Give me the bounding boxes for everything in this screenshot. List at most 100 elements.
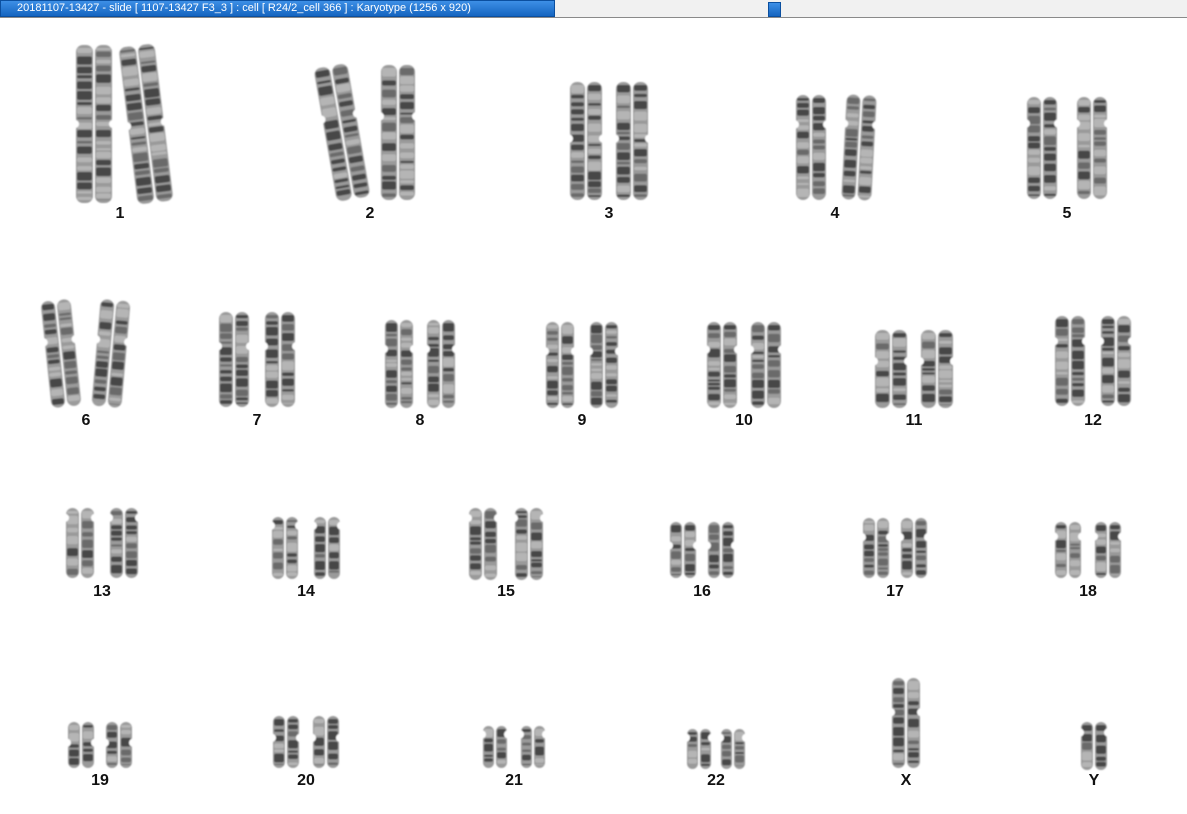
- chromosome-band: [282, 315, 294, 322]
- chromosome-pair-22[interactable]: [682, 729, 750, 769]
- chromosome-band: [797, 98, 809, 101]
- chromosome-homolog[interactable]: [380, 320, 418, 408]
- chromosome-homolog[interactable]: [858, 518, 894, 578]
- chromosome-homolog[interactable]: [464, 508, 502, 580]
- chromosome-pair-6[interactable]: [39, 299, 133, 408]
- chromosome-homolog[interactable]: [478, 726, 512, 768]
- chromosome-homolog[interactable]: [541, 322, 579, 408]
- scroll-thumb[interactable]: [768, 2, 781, 17]
- chromosome-band: [282, 372, 294, 376]
- chromosome-homolog[interactable]: [836, 94, 881, 201]
- chromosome-pair-1[interactable]: [71, 44, 173, 204]
- chromosome-band: [864, 544, 874, 550]
- chromosome-band: [282, 361, 294, 371]
- chromosome-homolog[interactable]: [114, 43, 179, 205]
- chromosome-homolog[interactable]: [1090, 522, 1126, 578]
- chromosome-image: [314, 64, 420, 201]
- window-title[interactable]: 20181107-13427 - slide [ 1107-13427 F3_3…: [0, 0, 555, 17]
- chromosome-pair-x[interactable]: [887, 678, 925, 768]
- chromosome-homolog[interactable]: [716, 729, 750, 769]
- chromosome-pair-10[interactable]: [702, 322, 786, 408]
- chromosome-homolog[interactable]: [703, 522, 739, 578]
- chromosome-pair-18[interactable]: [1050, 522, 1126, 578]
- chromosome-homolog[interactable]: [682, 729, 716, 769]
- chromosome-pair-4[interactable]: [791, 94, 881, 201]
- chromosome-band: [1028, 135, 1040, 142]
- chromosome-homolog[interactable]: [260, 312, 300, 407]
- chromosome-band: [922, 375, 935, 383]
- chromosome-homolog[interactable]: [1076, 722, 1112, 770]
- centromere: [1090, 532, 1098, 541]
- chromosome-homolog[interactable]: [376, 65, 420, 200]
- chromosome-band: [266, 349, 278, 358]
- chromosome-pair-15[interactable]: [464, 508, 548, 580]
- chromosome-homolog[interactable]: [791, 95, 831, 200]
- chromosome-homolog[interactable]: [267, 517, 303, 579]
- chromosome-homolog[interactable]: [1050, 316, 1090, 406]
- chromosome-band: [1078, 180, 1090, 190]
- chromosome-pair-7[interactable]: [214, 312, 300, 407]
- chromosome-homolog[interactable]: [665, 522, 701, 578]
- chromosome-pair-16[interactable]: [665, 522, 739, 578]
- chromosome-homolog[interactable]: [71, 45, 117, 203]
- chromosome-homolog[interactable]: [510, 508, 548, 580]
- chromosome-band: [386, 333, 397, 337]
- chromosome-band: [708, 386, 720, 390]
- chromosome-homolog[interactable]: [105, 508, 143, 578]
- chromosome-homolog[interactable]: [516, 726, 550, 768]
- centromere: [540, 514, 548, 523]
- chromosome-pair-y[interactable]: [1076, 722, 1112, 770]
- chromosome-homolog[interactable]: [1096, 316, 1136, 406]
- chromosome-band: [382, 181, 396, 190]
- chromosome-image: [214, 312, 300, 407]
- chromosome-homolog[interactable]: [61, 508, 99, 578]
- chromosome-pair-17[interactable]: [858, 518, 932, 578]
- chromosome-homolog[interactable]: [308, 716, 344, 768]
- chromosome-band: [813, 181, 825, 187]
- chromosome-homolog[interactable]: [585, 322, 623, 408]
- chromosome-homolog[interactable]: [268, 716, 304, 768]
- chromosome-homolog[interactable]: [214, 312, 254, 407]
- chromosome-homolog[interactable]: [916, 330, 958, 408]
- chromosome-homolog[interactable]: [887, 678, 925, 768]
- chromosome-homolog[interactable]: [309, 517, 345, 579]
- chromosome-homolog[interactable]: [565, 82, 607, 200]
- chromosome-band: [382, 143, 396, 151]
- chromosome-homolog[interactable]: [101, 722, 137, 768]
- chromosome-pair-9[interactable]: [541, 322, 623, 408]
- chromosome-homolog[interactable]: [611, 82, 653, 200]
- chromosome-homolog[interactable]: [309, 62, 376, 203]
- chromosome-band: [236, 402, 248, 404]
- chromosome-pair-13[interactable]: [61, 508, 143, 578]
- chromosome-homolog[interactable]: [896, 518, 932, 578]
- chromosome-band: [1078, 100, 1090, 106]
- chromosome-homolog[interactable]: [746, 322, 786, 408]
- chromosome-band: [401, 382, 412, 385]
- chromosome-homolog[interactable]: [36, 298, 87, 409]
- chromosome-pair-11[interactable]: [870, 330, 958, 408]
- chromosome-band: [220, 333, 232, 339]
- chromosome-homolog[interactable]: [702, 322, 742, 408]
- chromosome-homolog[interactable]: [1072, 97, 1112, 199]
- chromosome-homolog[interactable]: [1050, 522, 1086, 578]
- chromosome-band: [708, 341, 720, 348]
- chromosome-homolog[interactable]: [1022, 97, 1062, 199]
- chromosome-pair-3[interactable]: [565, 82, 653, 200]
- chromosome-band: [844, 149, 857, 157]
- chromosome-band: [1072, 382, 1084, 387]
- chromosome-pair-12[interactable]: [1050, 316, 1136, 406]
- chromosome-band: [606, 325, 617, 329]
- chromosome-pair-20[interactable]: [268, 716, 344, 768]
- chromosome-band: [688, 732, 697, 735]
- chromosome-homolog[interactable]: [63, 722, 99, 768]
- chromosome-homolog[interactable]: [422, 320, 460, 408]
- chromosome-homolog[interactable]: [870, 330, 912, 408]
- chromosome-pair-21[interactable]: [478, 726, 550, 768]
- chromosome-pair-8[interactable]: [380, 320, 460, 408]
- chromosome-band: [722, 744, 731, 750]
- chromosome-pair-2[interactable]: [314, 64, 420, 201]
- chromosome-pair-5[interactable]: [1022, 97, 1112, 199]
- chromosome-homolog[interactable]: [86, 298, 135, 408]
- chromosome-pair-19[interactable]: [63, 722, 137, 768]
- chromosome-pair-14[interactable]: [267, 517, 345, 579]
